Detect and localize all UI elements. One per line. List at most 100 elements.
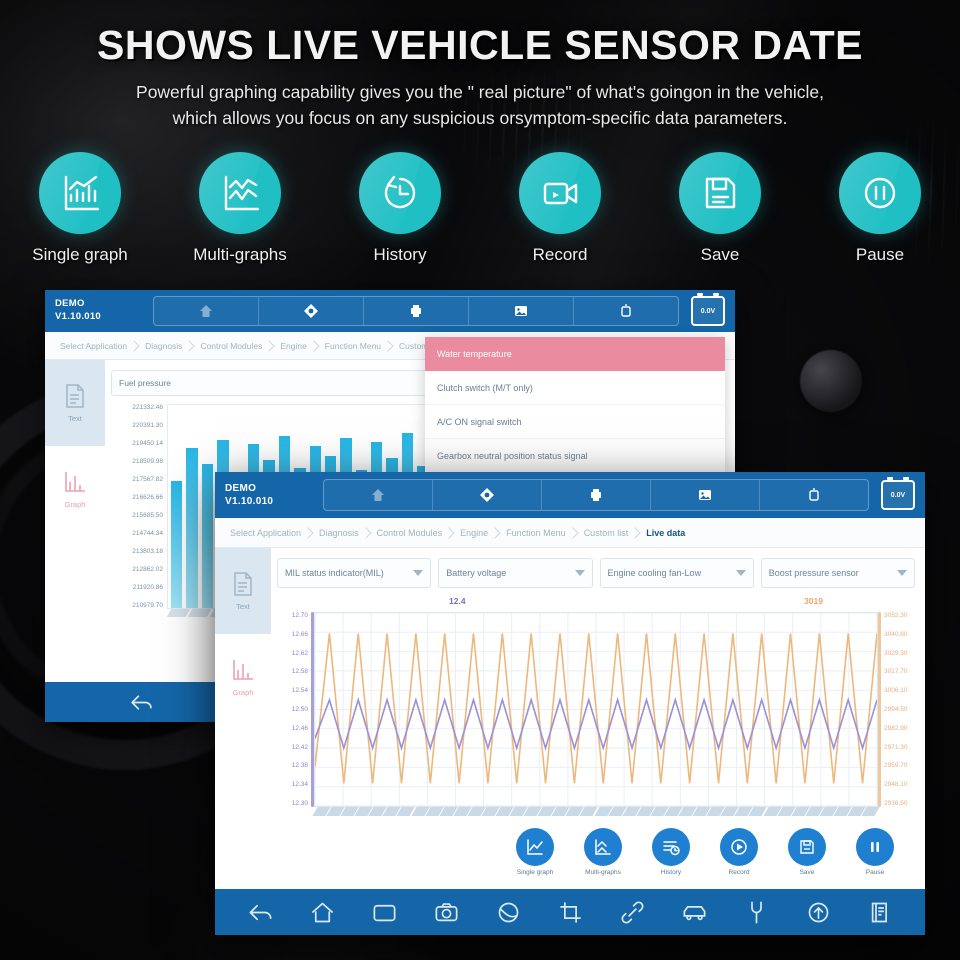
toolbar-home-icon[interactable] xyxy=(324,480,433,510)
y-tick-left: 12.70 xyxy=(291,612,308,619)
front-tablet-window[interactable]: DEMO V1.10.010 0.0V Select Application D… xyxy=(215,472,925,935)
action-save[interactable]: Save xyxy=(781,828,833,876)
y-tick-right: 3029.30 xyxy=(884,649,908,657)
back-arrow-icon[interactable] xyxy=(247,899,274,926)
car-icon[interactable] xyxy=(681,899,708,926)
action-history[interactable]: History xyxy=(645,828,697,876)
y-tick-left: 12.34 xyxy=(291,781,308,789)
breadcrumb-item[interactable]: Control Modules xyxy=(370,528,454,538)
action-pause[interactable]: Pause xyxy=(849,828,901,876)
front-selector-row: MIL status indicator(MIL) Battery voltag… xyxy=(277,558,915,588)
sidebar-item-graph[interactable]: Graph xyxy=(45,446,105,532)
x-tick xyxy=(188,609,213,617)
toolbar-image-icon[interactable] xyxy=(651,480,760,510)
y-tick: 214744.34 xyxy=(132,530,163,537)
selector-battery-voltage[interactable]: Battery voltage xyxy=(438,558,593,588)
feature-multi-graphs[interactable]: Multi-graphs xyxy=(160,152,320,265)
dropdown-item[interactable]: Gearbox neutral position status signal xyxy=(425,439,725,473)
breadcrumb-item[interactable]: Select Application xyxy=(53,341,138,351)
globe-icon[interactable] xyxy=(495,899,522,926)
feature-save[interactable]: Save xyxy=(640,152,800,265)
breadcrumb-item[interactable]: Select Application xyxy=(223,528,312,538)
selector-boost-pressure[interactable]: Boost pressure sensor xyxy=(760,558,915,588)
breadcrumb-item[interactable]: Diagnosis xyxy=(312,528,370,538)
back-arrow-icon[interactable] xyxy=(129,690,154,715)
battery-voltage-value: 12.4 xyxy=(449,596,466,606)
y-tick-right: 2936.50 xyxy=(884,799,908,807)
breadcrumb-item[interactable]: Engine xyxy=(273,341,317,351)
selector-mil-status[interactable]: MIL status indicator(MIL) xyxy=(277,558,432,588)
chevron-down-icon xyxy=(413,570,424,576)
action-label: Multi-graphs xyxy=(585,869,621,876)
y-tick-left: 12.46 xyxy=(291,724,308,732)
dropdown-item[interactable]: Clutch switch (M/T only) xyxy=(425,371,725,405)
breadcrumb-item-active[interactable]: Live data xyxy=(639,528,696,538)
chart-action-buttons: Single graph Multi-graphs History Record… xyxy=(277,822,915,876)
feature-record[interactable]: Record xyxy=(480,152,640,265)
single-graph-icon xyxy=(516,828,554,866)
camera-icon[interactable] xyxy=(433,899,460,926)
breadcrumb-item[interactable]: Custom list xyxy=(577,528,640,538)
single-graph-icon xyxy=(39,152,121,234)
chevron-down-icon xyxy=(735,570,746,576)
feature-history[interactable]: History xyxy=(320,152,480,265)
multi-graphs-icon xyxy=(584,828,622,866)
history-icon xyxy=(359,152,441,234)
window-icon[interactable] xyxy=(371,899,398,926)
breadcrumb-item[interactable]: Function Menu xyxy=(499,528,577,538)
sidebar-label: Text xyxy=(68,414,82,423)
sidebar-item-text[interactable]: Text xyxy=(215,548,271,634)
breadcrumb-item[interactable]: Function Menu xyxy=(318,341,392,351)
document-icon[interactable] xyxy=(867,899,894,926)
toolbar-home-icon[interactable] xyxy=(154,297,259,325)
front-brand-name: DEMO xyxy=(225,482,257,494)
action-record[interactable]: Record xyxy=(713,828,765,876)
selector-engine-cooling-fan[interactable]: Engine cooling fan-Low xyxy=(599,558,754,588)
action-single-graph[interactable]: Single graph xyxy=(509,828,561,876)
selector-value: MIL status indicator(MIL) xyxy=(285,568,384,578)
feature-single-graph[interactable]: Single graph xyxy=(0,152,160,265)
front-tablet-navbar[interactable] xyxy=(215,889,925,935)
dropdown-item[interactable]: A/C ON signal switch xyxy=(425,405,725,439)
wrench-icon[interactable] xyxy=(743,899,770,926)
crop-icon[interactable] xyxy=(557,899,584,926)
bar xyxy=(171,480,183,608)
y-tick-right: 2994.50 xyxy=(884,705,908,713)
chart-x-axis xyxy=(277,807,915,822)
parameter-dropdown-list[interactable]: Water temperature Clutch switch (M/T onl… xyxy=(425,337,725,473)
y-tick-right: 2971.30 xyxy=(884,743,908,751)
breadcrumb-item[interactable]: Engine xyxy=(453,528,499,538)
link-icon[interactable] xyxy=(619,899,646,926)
sidebar-label: Text xyxy=(236,602,250,611)
pause-icon xyxy=(856,828,894,866)
back-brand: DEMO V1.10.010 xyxy=(55,298,141,324)
feature-label: Record xyxy=(532,245,588,264)
toolbar-lock-icon[interactable] xyxy=(574,297,678,325)
multi-graphs-icon xyxy=(199,152,281,234)
toolbar-image-icon[interactable] xyxy=(469,297,574,325)
action-multi-graphs[interactable]: Multi-graphs xyxy=(577,828,629,876)
y-tick-right: 3052.30 xyxy=(884,612,908,619)
chart-left-y-axis: 12.70 12.66 12.62 12.58 12.54 12.50 12.46 12.42… xyxy=(277,612,311,807)
bar xyxy=(201,464,214,608)
y-tick-left: 12.30 xyxy=(291,799,308,807)
action-label: History xyxy=(660,869,682,876)
back-toolbar-group[interactable] xyxy=(153,296,679,326)
front-toolbar-group[interactable] xyxy=(323,479,869,511)
breadcrumb-item[interactable]: Control Modules xyxy=(193,341,273,351)
upload-icon[interactable] xyxy=(805,899,832,926)
toolbar-settings-icon[interactable] xyxy=(259,297,364,325)
toolbar-lock-icon[interactable] xyxy=(760,480,868,510)
dropdown-item-selected[interactable]: Water temperature xyxy=(425,337,725,371)
record-icon xyxy=(720,828,758,866)
sidebar-item-text[interactable]: Text xyxy=(45,360,105,446)
back-sidebar: Text Graph xyxy=(45,360,105,682)
sidebar-item-graph[interactable]: Graph xyxy=(215,634,271,720)
toolbar-print-icon[interactable] xyxy=(364,297,469,325)
toolbar-print-icon[interactable] xyxy=(542,480,651,510)
home-icon[interactable] xyxy=(309,899,336,926)
feature-pause[interactable]: Pause xyxy=(800,152,960,265)
y-tick-left: 12.50 xyxy=(291,705,308,713)
breadcrumb-item[interactable]: Diagnosis xyxy=(138,341,193,351)
toolbar-settings-icon[interactable] xyxy=(433,480,542,510)
